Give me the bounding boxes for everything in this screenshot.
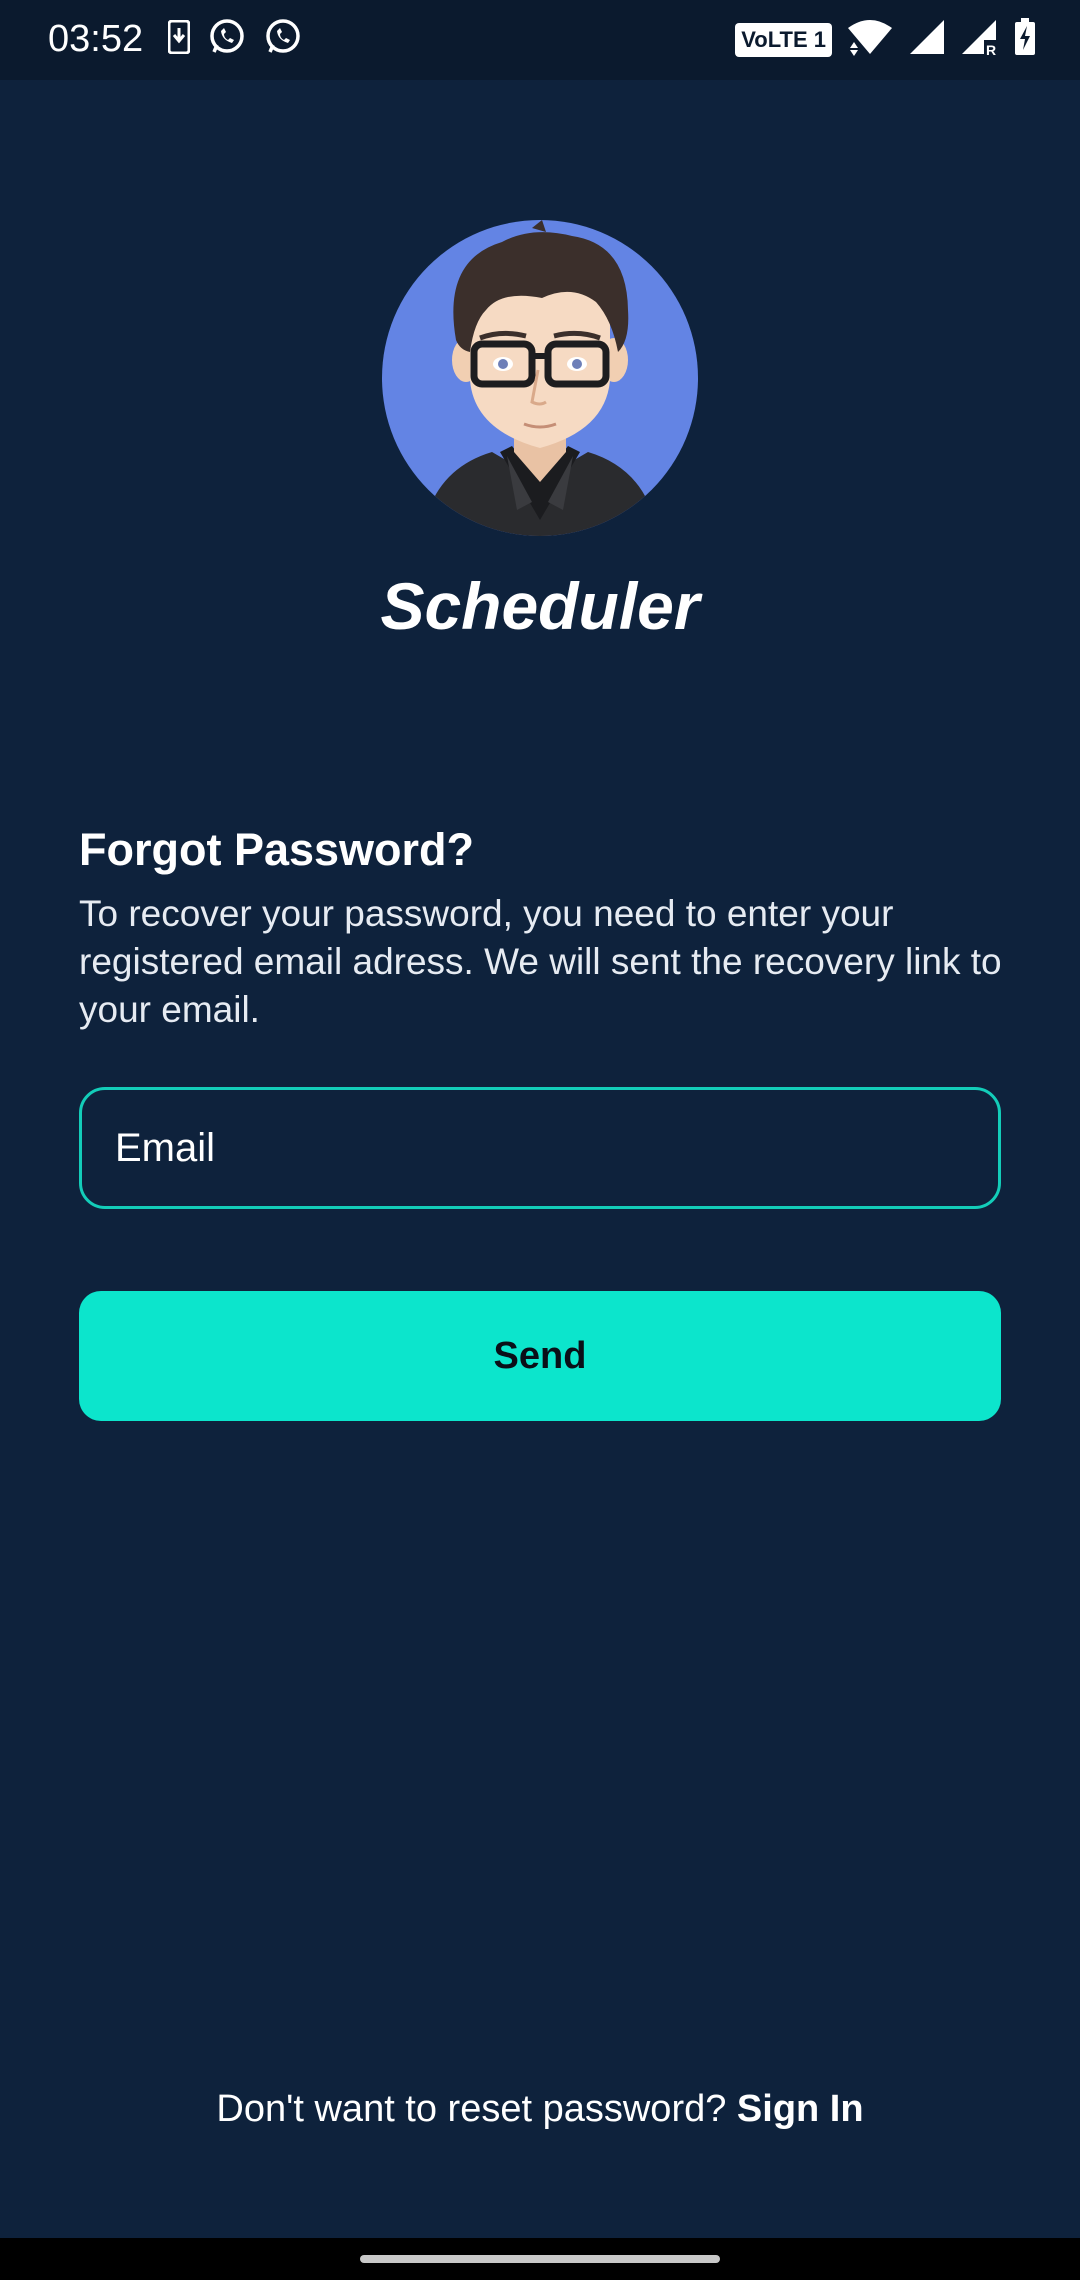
sign-in-link[interactable]: Sign In [737, 2088, 864, 2130]
forgot-password-screen: 03:52 VoLTE 1 R Scheduler Forgot Passwor… [0, 0, 1080, 2280]
notification-icons [167, 18, 302, 61]
volte-badge: VoLTE 1 [735, 22, 832, 57]
whatsapp-icon [264, 18, 302, 61]
home-gesture-handle[interactable] [360, 2255, 720, 2263]
app-title: Scheduler [380, 569, 700, 643]
status-bar: 03:52 VoLTE 1 R [0, 0, 1080, 80]
footer-prompt: Don't want to reset password? [216, 2088, 737, 2130]
send-button[interactable]: Send [79, 1291, 1001, 1421]
signal-icon [908, 18, 946, 61]
system-icons: VoLTE 1 R [735, 18, 1036, 61]
wifi-icon [846, 18, 894, 61]
forgot-password-description: To recover your password, you need to en… [79, 893, 1002, 1030]
status-time: 03:52 [48, 18, 144, 60]
navigation-bar [0, 2238, 1080, 2280]
avatar [382, 220, 698, 536]
battery-charging-icon [1014, 18, 1036, 61]
footer: Don't want to reset password? Sign In [0, 2088, 1080, 2131]
svg-text:R: R [986, 42, 996, 56]
signal-roaming-icon: R [960, 18, 1000, 61]
forgot-password-heading: Forgot Password? [79, 824, 475, 875]
download-icon [167, 19, 191, 59]
email-field[interactable] [79, 1087, 1001, 1209]
whatsapp-icon [208, 18, 246, 61]
